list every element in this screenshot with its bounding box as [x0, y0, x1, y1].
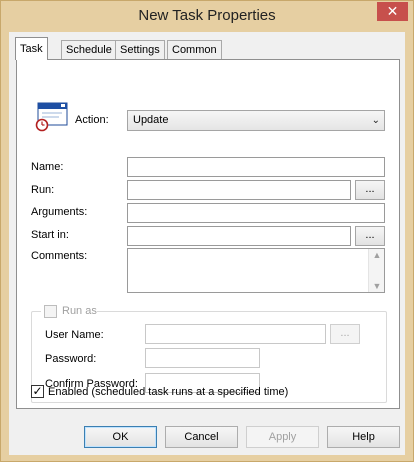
close-icon: ✕ [386, 3, 399, 19]
password-label: Password: [45, 353, 97, 365]
close-button[interactable]: ✕ [377, 2, 408, 21]
ok-button[interactable]: OK [84, 426, 157, 448]
startin-field[interactable] [127, 226, 351, 246]
window-title: New Task Properties [138, 7, 276, 24]
name-field[interactable] [127, 157, 385, 177]
action-value: Update [133, 114, 169, 126]
tab-common[interactable]: Common [167, 40, 222, 59]
comments-field[interactable]: ▲ ▼ [127, 248, 385, 293]
scroll-down-icon[interactable]: ▼ [369, 281, 385, 291]
task-tab-panel: Action: Update ⌄ Name: Run: ... Argument… [16, 59, 400, 409]
arguments-label: Arguments: [31, 206, 88, 218]
enabled-label: Enabled (scheduled task runs at a specif… [48, 386, 289, 398]
runas-header: Run as [41, 303, 97, 319]
run-browse-button[interactable]: ... [355, 180, 385, 200]
tab-schedule[interactable]: Schedule [61, 40, 117, 59]
enabled-checkbox[interactable]: ✓ [31, 385, 44, 398]
action-label: Action: [75, 114, 109, 126]
runas-checkbox[interactable] [44, 305, 57, 318]
tab-settings[interactable]: Settings [115, 40, 165, 59]
runas-label: Run as [62, 305, 97, 317]
task-icon [35, 102, 68, 132]
comments-label: Comments: [31, 250, 88, 262]
scroll-up-icon[interactable]: ▲ [369, 250, 385, 260]
username-label: User Name: [45, 329, 104, 341]
name-label: Name: [31, 161, 64, 173]
run-field[interactable] [127, 180, 351, 200]
startin-browse-button[interactable]: ... [355, 226, 385, 246]
startin-label: Start in: [31, 229, 69, 241]
username-field[interactable] [145, 324, 326, 344]
arguments-field[interactable] [127, 203, 385, 223]
dialog-client: Task Schedule Settings Common Action: Up… [9, 32, 405, 455]
apply-button[interactable]: Apply [246, 426, 319, 448]
help-button[interactable]: Help [327, 426, 400, 448]
chevron-down-icon: ⌄ [371, 115, 380, 126]
username-browse-button[interactable]: ... [330, 324, 360, 344]
password-field[interactable] [145, 348, 260, 368]
cancel-button[interactable]: Cancel [165, 426, 238, 448]
dialog-window: New Task Properties ✕ Task Schedule Sett… [0, 0, 414, 462]
tab-task[interactable]: Task [15, 37, 48, 60]
comments-scrollbar[interactable]: ▲ ▼ [368, 249, 384, 292]
title-bar[interactable]: New Task Properties ✕ [1, 1, 413, 32]
action-dropdown[interactable]: Update ⌄ [127, 110, 385, 131]
checkmark-icon: ✓ [32, 384, 43, 398]
run-label: Run: [31, 184, 55, 196]
